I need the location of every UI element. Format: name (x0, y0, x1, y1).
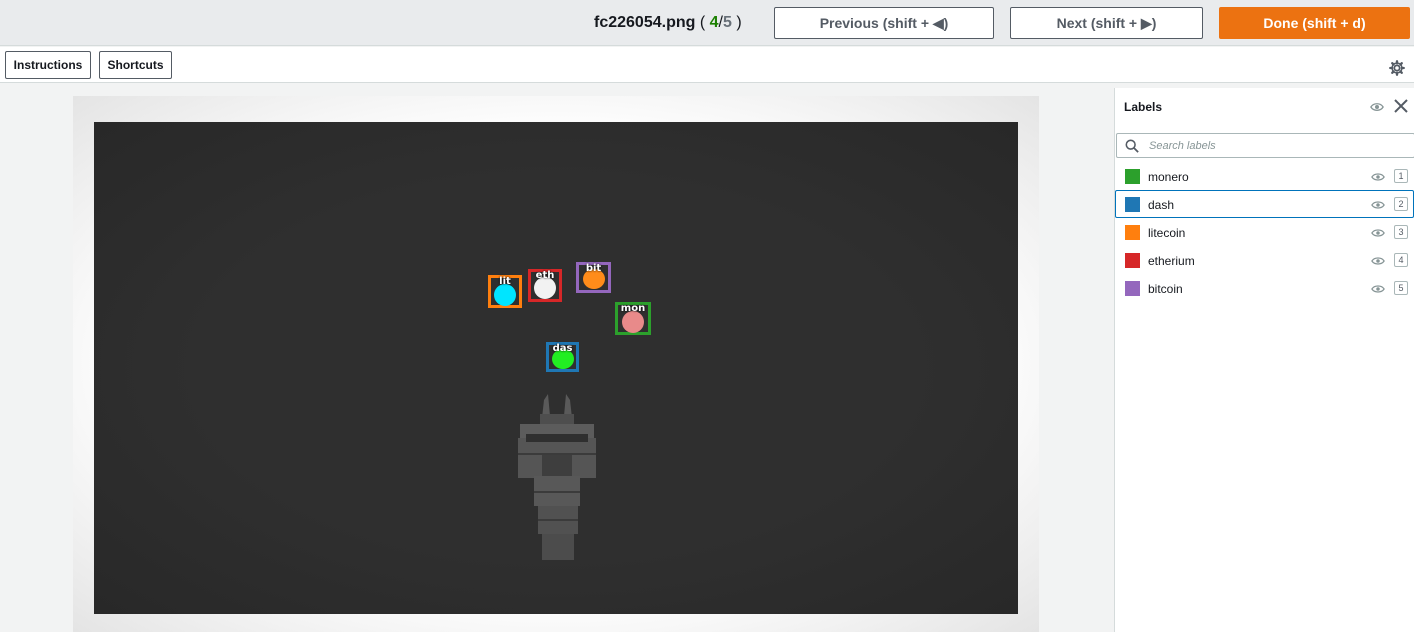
coin-label-monero: mon (620, 303, 646, 314)
canvas-area: lit eth bit mon das (73, 96, 1039, 632)
label-name: monero (1148, 170, 1189, 184)
bbox-dash[interactable]: das (546, 342, 579, 372)
label-name: litecoin (1148, 226, 1186, 240)
label-item-litecoin[interactable]: litecoin 3 (1115, 218, 1414, 246)
color-swatch (1125, 197, 1140, 212)
next-button[interactable]: Next (shift + ▶) (1010, 7, 1203, 39)
gear-icon[interactable] (1388, 59, 1406, 77)
label-item-dash[interactable]: dash 2 (1115, 190, 1414, 218)
previous-button[interactable]: Previous (shift + ◀) (774, 7, 994, 39)
coin-label-etherium: eth (535, 270, 555, 281)
shortcuts-button[interactable]: Shortcuts (99, 51, 172, 79)
eye-icon[interactable] (1371, 256, 1385, 266)
bbox-monero[interactable]: mon (615, 302, 651, 335)
counter-close: ) (731, 14, 742, 31)
eye-icon[interactable] (1370, 100, 1384, 114)
color-swatch (1125, 253, 1140, 268)
annotation-image[interactable]: lit eth bit mon das (94, 122, 1018, 614)
search-icon (1125, 139, 1139, 153)
top-bar: fc226054.png ( 4/5 ) Previous (shift + ◀… (0, 0, 1414, 46)
color-swatch (1125, 225, 1140, 240)
search-input[interactable] (1147, 136, 1407, 156)
toolbar: Instructions Shortcuts (0, 47, 1414, 83)
total-count: 5 (722, 14, 732, 31)
coin-monero (622, 311, 644, 333)
eye-icon[interactable] (1371, 228, 1385, 238)
label-item-bitcoin[interactable]: bitcoin 5 (1115, 274, 1414, 302)
eye-icon[interactable] (1371, 172, 1385, 182)
hotkey-badge: 1 (1394, 169, 1408, 183)
label-name: dash (1148, 198, 1175, 212)
coin-litecoin (494, 284, 516, 306)
hotkey-badge: 5 (1394, 281, 1408, 295)
label-name: bitcoin (1148, 282, 1183, 296)
search-box (1116, 133, 1414, 158)
current-index: 4 (709, 14, 719, 31)
filename: fc226054.png (594, 14, 696, 31)
bbox-litecoin[interactable]: lit (488, 275, 522, 308)
done-button[interactable]: Done (shift + d) (1219, 7, 1410, 39)
file-title: fc226054.png ( 4/5 ) (594, 12, 742, 34)
counter-open: ( (695, 14, 710, 31)
bbox-etherium[interactable]: eth (528, 269, 562, 302)
close-icon[interactable] (1393, 98, 1409, 114)
labels-panel: Labels monero 1 dash (1114, 88, 1414, 632)
bbox-bitcoin[interactable]: bit (576, 262, 611, 293)
coin-label-litecoin: lit (499, 276, 511, 287)
color-swatch (1125, 281, 1140, 296)
label-item-etherium[interactable]: etherium 4 (1115, 246, 1414, 274)
label-item-monero[interactable]: monero 1 (1115, 162, 1414, 190)
color-swatch (1125, 169, 1140, 184)
label-name: etherium (1148, 254, 1195, 268)
hotkey-badge: 2 (1394, 197, 1408, 211)
hotkey-badge: 3 (1394, 225, 1408, 239)
robot-arm-image (518, 394, 596, 560)
eye-icon[interactable] (1371, 200, 1385, 210)
label-list: monero 1 dash 2 litecoin 3 etherium 4 bi… (1115, 162, 1414, 302)
hotkey-badge: 4 (1394, 253, 1408, 267)
coin-label-bitcoin: bit (585, 263, 602, 274)
instructions-button[interactable]: Instructions (5, 51, 91, 79)
panel-title: Labels (1124, 100, 1163, 114)
eye-icon[interactable] (1371, 284, 1385, 294)
coin-label-dash: das (552, 343, 573, 354)
